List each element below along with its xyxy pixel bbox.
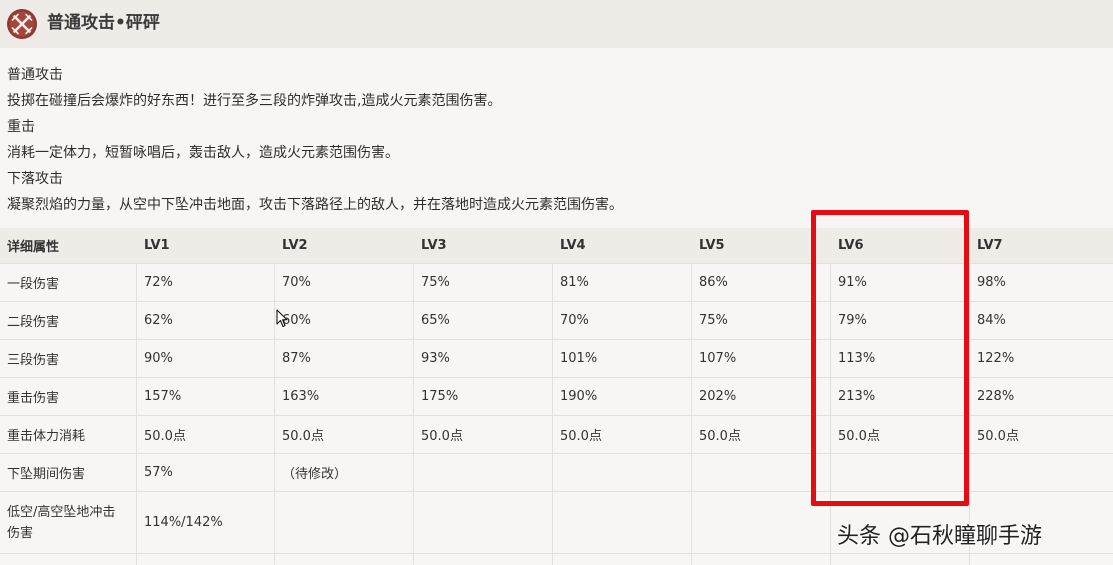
table-cell xyxy=(831,454,970,491)
table-cell: 60% xyxy=(275,302,414,339)
table-cell xyxy=(970,454,1113,491)
table-cell: 213% xyxy=(831,378,970,415)
table-cell: 91% xyxy=(831,264,970,301)
table-cell xyxy=(275,554,414,565)
table-cell: 175% xyxy=(414,378,553,415)
skill-title: 普通攻击•砰砰 xyxy=(47,13,160,33)
table-cell: 107% xyxy=(692,340,831,377)
table-cell: 70% xyxy=(553,302,692,339)
table-cell: 101% xyxy=(553,340,692,377)
row-label: 一段伤害 xyxy=(0,264,137,301)
header-cell: LV2 xyxy=(282,238,308,253)
row-label: 二段伤害 xyxy=(0,302,137,339)
table-cell: 50.0点 xyxy=(553,416,692,453)
table-cell: 190% xyxy=(553,378,692,415)
table-cell: 72% xyxy=(137,264,275,301)
table-cell xyxy=(970,554,1113,565)
table-cell: 65% xyxy=(414,302,553,339)
table-row: 三段伤害 90% 87% 93% 101% 107% 113% 122% xyxy=(0,340,1113,378)
table-cell: 86% xyxy=(692,264,831,301)
desc-heading-normal-attack: 普通攻击 xyxy=(7,67,63,83)
table-cell xyxy=(692,492,831,553)
header-cell: 详细属性 xyxy=(7,240,60,255)
table-cell xyxy=(831,554,970,565)
table-cell xyxy=(0,554,137,565)
table-cell: 202% xyxy=(692,378,831,415)
table-row: 二段伤害 62% 60% 65% 70% 75% 79% 84% xyxy=(0,302,1113,340)
table-cell: 81% xyxy=(553,264,692,301)
watermark-text: 头条 @石秋瞳聊手游 xyxy=(837,524,1042,549)
mouse-cursor-icon xyxy=(276,309,288,327)
desc-text-plunge-attack: 凝聚烈焰的力量，从空中下坠冲击地面，攻击下落路径上的敌人，并在落地时造成火元素范… xyxy=(7,197,623,213)
desc-heading-plunge-attack: 下落攻击 xyxy=(7,171,63,187)
header-cell: LV1 xyxy=(144,238,170,253)
row-label: 下坠期间伤害 xyxy=(0,454,137,491)
desc-text-normal-attack: 投掷在碰撞后会爆炸的好东西！进行至多三段的炸弹攻击,造成火元素范围伤害。 xyxy=(7,93,502,109)
table-cell: 57% xyxy=(137,454,275,491)
table-cell xyxy=(553,554,692,565)
attribute-table: 详细属性 LV1 LV2 LV3 LV4 LV5 LV6 LV7 一段伤害 72… xyxy=(0,228,1113,565)
table-cell xyxy=(692,554,831,565)
table-row-partial xyxy=(0,554,1113,565)
row-label: 重击体力消耗 xyxy=(0,416,137,453)
table-row: 重击伤害 157% 163% 175% 190% 202% 213% 228% xyxy=(0,378,1113,416)
table-cell xyxy=(275,492,414,553)
table-cell: 50.0点 xyxy=(414,416,553,453)
table-cell: 70% xyxy=(275,264,414,301)
table-cell xyxy=(137,554,275,565)
skill-header: 普通攻击•砰砰 xyxy=(0,0,1113,48)
table-cell xyxy=(414,454,553,491)
table-header-row: 详细属性 LV1 LV2 LV3 LV4 LV5 LV6 LV7 xyxy=(0,228,1113,264)
header-cell: LV7 xyxy=(977,238,1003,253)
header-cell: LV4 xyxy=(560,238,586,253)
table-cell: 228% xyxy=(977,389,1015,404)
header-cell: LV5 xyxy=(699,238,725,253)
table-row: 下坠期间伤害 57% （待修改） xyxy=(0,454,1113,492)
table-cell: 122% xyxy=(977,351,1015,366)
table-cell: 157% xyxy=(137,378,275,415)
table-cell: 90% xyxy=(137,340,275,377)
row-label: 三段伤害 xyxy=(0,340,137,377)
table-cell: 62% xyxy=(137,302,275,339)
table-cell: 75% xyxy=(414,264,553,301)
table-cell xyxy=(414,554,553,565)
table-cell: 113% xyxy=(831,340,970,377)
table-cell xyxy=(553,492,692,553)
table-row: 一段伤害 72% 70% 75% 81% 86% 91% 98% xyxy=(0,264,1113,302)
table-cell: 50.0点 xyxy=(137,416,275,453)
table-cell: 84% xyxy=(977,313,1006,328)
table-cell: 50.0点 xyxy=(275,416,414,453)
desc-heading-charged-attack: 重击 xyxy=(7,119,35,135)
row-label: 重击伤害 xyxy=(0,378,137,415)
header-cell: LV3 xyxy=(421,238,447,253)
table-cell: 114%/142% xyxy=(137,492,275,553)
table-cell xyxy=(692,454,831,491)
header-cell: LV6 xyxy=(838,238,864,253)
table-cell: 163% xyxy=(275,378,414,415)
row-label: 低空/高空坠地冲击伤害 xyxy=(0,492,137,553)
table-cell xyxy=(553,454,692,491)
table-cell xyxy=(414,492,553,553)
skill-description: 普通攻击 投掷在碰撞后会爆炸的好东西！进行至多三段的炸弹攻击,造成火元素范围伤害… xyxy=(7,62,1107,218)
crossed-swords-icon xyxy=(7,9,37,39)
table-row: 重击体力消耗 50.0点 50.0点 50.0点 50.0点 50.0点 50.… xyxy=(0,416,1113,454)
table-cell: 50.0点 xyxy=(692,416,831,453)
table-cell: （待修改） xyxy=(275,454,414,491)
skill-page: 普通攻击•砰砰 普通攻击 投掷在碰撞后会爆炸的好东西！进行至多三段的炸弹攻击,造… xyxy=(0,0,1113,565)
table-cell: 79% xyxy=(831,302,970,339)
table-cell: 87% xyxy=(275,340,414,377)
table-cell: 75% xyxy=(692,302,831,339)
table-cell: 98% xyxy=(977,275,1006,290)
table-cell: 50.0点 xyxy=(977,429,1019,444)
table-cell: 93% xyxy=(414,340,553,377)
desc-text-charged-attack: 消耗一定体力，短暂咏唱后，轰击敌人，造成火元素范围伤害。 xyxy=(7,145,399,161)
table-cell: 50.0点 xyxy=(831,416,970,453)
